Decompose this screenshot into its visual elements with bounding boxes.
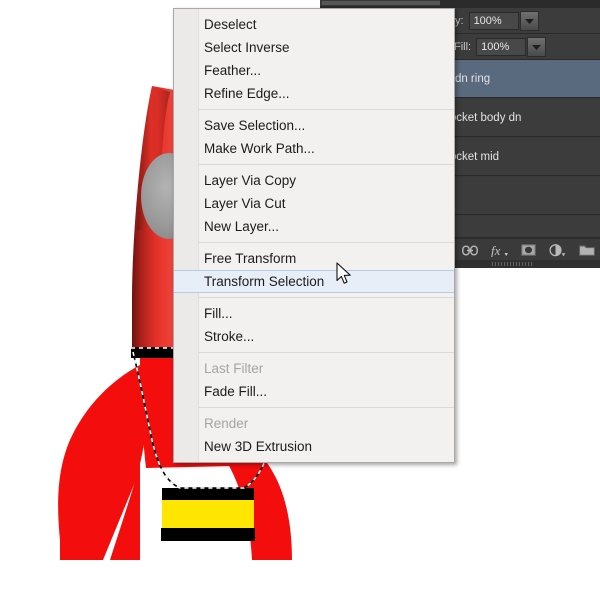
menu-separator [198, 109, 454, 110]
menu-item-transform-selection[interactable]: Transform Selection [174, 270, 454, 293]
engine-yellow-band [162, 500, 254, 530]
opacity-stepper[interactable] [520, 11, 539, 31]
layers-panel-toolbar[interactable]: fx [440, 238, 600, 261]
menu-item-free-transform[interactable]: Free Transform [174, 247, 454, 270]
menu-item-select-inverse[interactable]: Select Inverse [174, 36, 454, 59]
adjustment-layer-icon[interactable] [549, 244, 566, 257]
menu-separator [198, 352, 454, 353]
window-chrome-strip-inner [322, 1, 442, 5]
new-group-folder-icon[interactable] [579, 244, 595, 256]
menu-item-layer-via-copy[interactable]: Layer Via Copy [174, 169, 454, 192]
layer-row[interactable] [440, 216, 600, 238]
menu-separator [198, 242, 454, 243]
layer-row[interactable]: rocket body dn [440, 99, 600, 137]
svg-text:fx: fx [491, 244, 501, 257]
engine-black-band-top [162, 488, 254, 502]
menu-item-layer-via-cut[interactable]: Layer Via Cut [174, 192, 454, 215]
layer-row[interactable]: y dn ring [440, 60, 600, 98]
menu-item-deselect[interactable]: Deselect [174, 13, 454, 36]
opacity-row[interactable]: city: 100% [440, 8, 600, 34]
menu-item-new-3d-extrusion[interactable]: New 3D Extrusion [174, 435, 454, 458]
menu-item-save-selection[interactable]: Save Selection... [174, 114, 454, 137]
layer-mask-icon[interactable] [521, 244, 536, 256]
menu-item-fade-fill[interactable]: Fade Fill... [174, 380, 454, 403]
fill-value[interactable]: 100% [476, 38, 526, 56]
engine-black-band-bottom [161, 528, 255, 541]
fill-stepper[interactable] [527, 37, 546, 57]
layers-panel[interactable]: city: 100% Fill: 100% [440, 0, 600, 268]
chevron-down-icon [532, 44, 541, 50]
fill-label: Fill: [454, 41, 471, 53]
fx-icon[interactable]: fx [491, 244, 508, 257]
opacity-value[interactable]: 100% [469, 12, 519, 30]
fill-row[interactable]: Fill: 100% [440, 34, 600, 60]
menu-separator [198, 164, 454, 165]
layer-row[interactable] [440, 177, 600, 215]
photoshop-window: city: 100% Fill: 100% [0, 0, 600, 600]
menu-item-refine-edge[interactable]: Refine Edge... [174, 82, 454, 105]
menu-separator [198, 297, 454, 298]
menu-item-feather[interactable]: Feather... [174, 59, 454, 82]
selection-context-menu[interactable]: Deselect Select Inverse Feather... Refin… [173, 8, 455, 463]
menu-item-new-layer[interactable]: New Layer... [174, 215, 454, 238]
menu-item-fill[interactable]: Fill... [174, 302, 454, 325]
chevron-down-icon [525, 18, 534, 24]
menu-item-make-work-path[interactable]: Make Work Path... [174, 137, 454, 160]
menu-item-last-filter: Last Filter [174, 357, 454, 380]
link-icon[interactable] [462, 245, 478, 256]
panel-grip-dots [492, 262, 532, 266]
menu-item-stroke[interactable]: Stroke... [174, 325, 454, 348]
menu-item-render: Render [174, 412, 454, 435]
layer-row[interactable]: rocket mid [440, 138, 600, 176]
menu-separator [198, 407, 454, 408]
